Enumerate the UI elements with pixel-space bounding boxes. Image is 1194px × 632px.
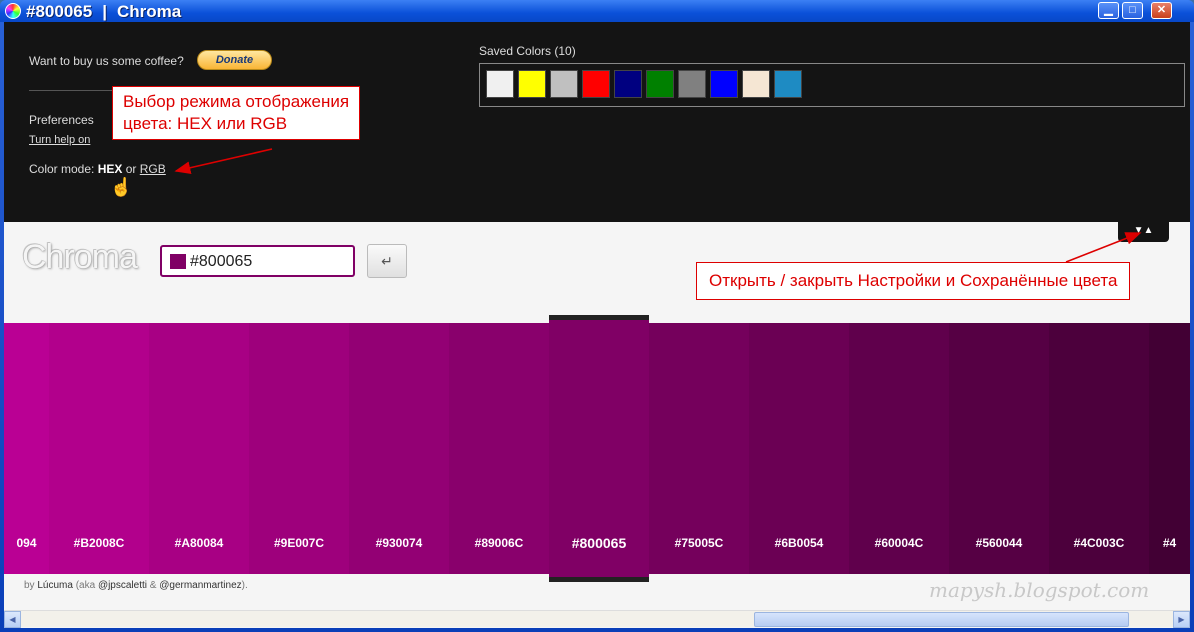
annotation-arrows [174,148,1142,263]
arrow-to-rgb [174,148,273,175]
app-window: #800065 | Chroma ▁ □ ✕ Want to buy us some… [0,0,1194,632]
arrow-to-toggle [1065,232,1142,263]
